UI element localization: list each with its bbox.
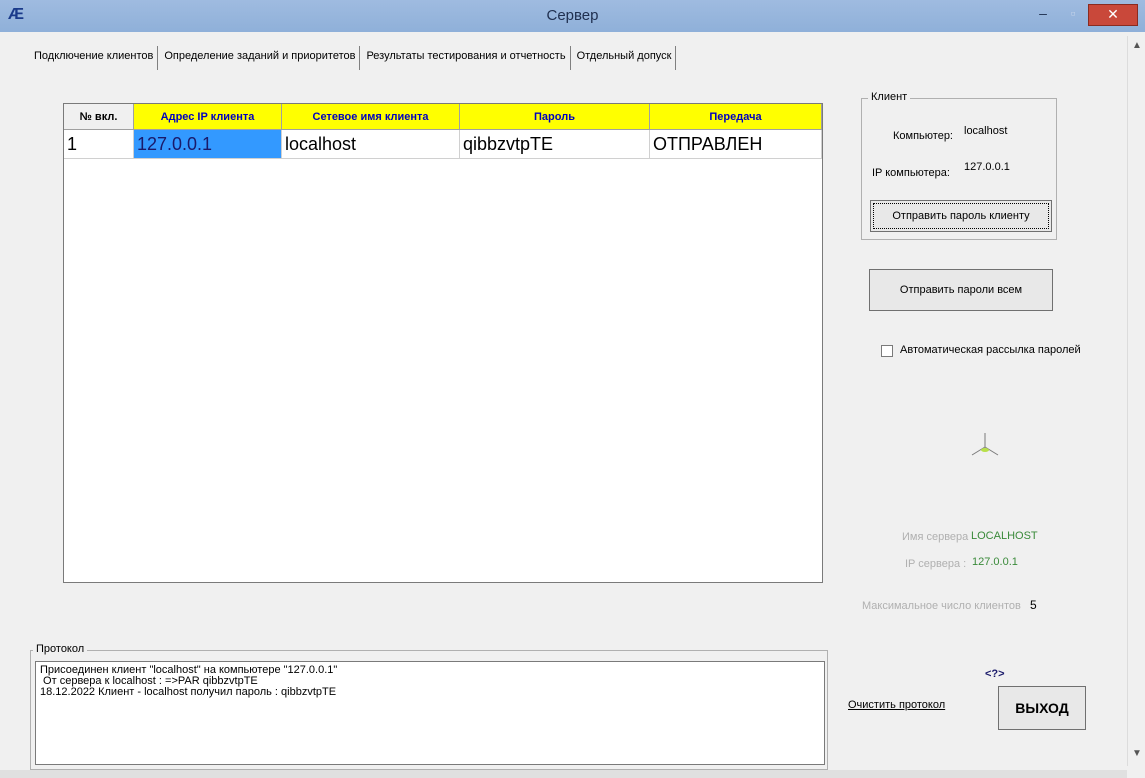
tab-strip: Подключение клиентов Определение заданий… bbox=[30, 46, 678, 70]
send-passwords-all-button[interactable]: Отправить пароли всем bbox=[869, 269, 1053, 311]
exit-button[interactable]: ВЫХОД bbox=[998, 686, 1086, 730]
cell-number[interactable]: 1 bbox=[64, 129, 134, 159]
clients-grid[interactable]: № вкл. Адрес IP клиента Сетевое имя клие… bbox=[63, 103, 823, 583]
column-header-number[interactable]: № вкл. bbox=[64, 104, 134, 130]
horizontal-scrollbar[interactable] bbox=[0, 770, 1127, 778]
client-group-title: Клиент bbox=[868, 91, 911, 103]
network-icon bbox=[971, 433, 999, 456]
server-name-value: LOCALHOST bbox=[971, 530, 1038, 542]
tab-client-connection[interactable]: Подключение клиентов bbox=[30, 46, 159, 70]
tab-test-results[interactable]: Результаты тестирования и отчетность bbox=[362, 46, 571, 70]
title-bar: Æ Сервер – ▫ ✕ bbox=[0, 0, 1145, 32]
scroll-down-icon[interactable]: ▼ bbox=[1132, 748, 1142, 759]
tab-separate-access[interactable]: Отдельный допуск bbox=[573, 46, 677, 70]
vertical-scrollbar[interactable]: ▲ ▼ bbox=[1127, 36, 1145, 766]
computer-label: Компьютер: bbox=[893, 130, 953, 142]
cell-network-name[interactable]: localhost bbox=[281, 129, 460, 159]
table-row[interactable]: 1 127.0.0.1 localhost qibbzvtpTE ОТПРАВЛ… bbox=[64, 129, 822, 159]
auto-send-label: Автоматическая рассылка паролей bbox=[900, 344, 1081, 356]
ip-computer-value: 127.0.0.1 bbox=[964, 161, 1010, 173]
cell-password[interactable]: qibbzvtpTE bbox=[459, 129, 650, 159]
computer-value: localhost bbox=[964, 125, 1008, 137]
clear-protocol-button[interactable]: Очистить протокол bbox=[848, 699, 945, 711]
minimize-button[interactable]: – bbox=[1030, 4, 1056, 24]
server-name-label: Имя сервера bbox=[902, 531, 969, 543]
column-header-network-name[interactable]: Сетевое имя клиента bbox=[281, 104, 460, 130]
server-ip-label: IP сервера : bbox=[905, 558, 967, 570]
cell-transfer[interactable]: ОТПРАВЛЕН bbox=[649, 129, 822, 159]
auto-send-checkbox[interactable] bbox=[881, 345, 893, 357]
close-button[interactable]: ✕ bbox=[1088, 4, 1138, 26]
column-header-ip[interactable]: Адрес IP клиента bbox=[133, 104, 282, 130]
window-title: Сервер bbox=[546, 7, 599, 24]
scroll-up-icon[interactable]: ▲ bbox=[1132, 40, 1142, 51]
protocol-log[interactable]: Присоединен клиент "localhost" на компью… bbox=[35, 661, 825, 765]
send-password-client-button[interactable]: Отправить пароль клиенту bbox=[870, 200, 1052, 232]
column-header-password[interactable]: Пароль bbox=[459, 104, 650, 130]
column-header-transfer[interactable]: Передача bbox=[649, 104, 822, 130]
max-clients-value: 5 bbox=[1030, 598, 1037, 612]
maximize-button[interactable]: ▫ bbox=[1060, 4, 1086, 24]
max-clients-label: Максимальное число клиентов bbox=[862, 600, 1021, 612]
protocol-group-title: Протокол bbox=[33, 643, 88, 655]
help-link[interactable]: <?> bbox=[985, 668, 1005, 680]
server-ip-value: 127.0.0.1 bbox=[972, 556, 1018, 568]
tab-tasks-priorities[interactable]: Определение заданий и приоритетов bbox=[160, 46, 361, 70]
ip-computer-label: IP компьютера: bbox=[872, 167, 950, 179]
protocol-line: 18.12.2022 Клиент - localhost получил па… bbox=[40, 686, 337, 698]
cell-ip[interactable]: 127.0.0.1 bbox=[133, 129, 282, 159]
